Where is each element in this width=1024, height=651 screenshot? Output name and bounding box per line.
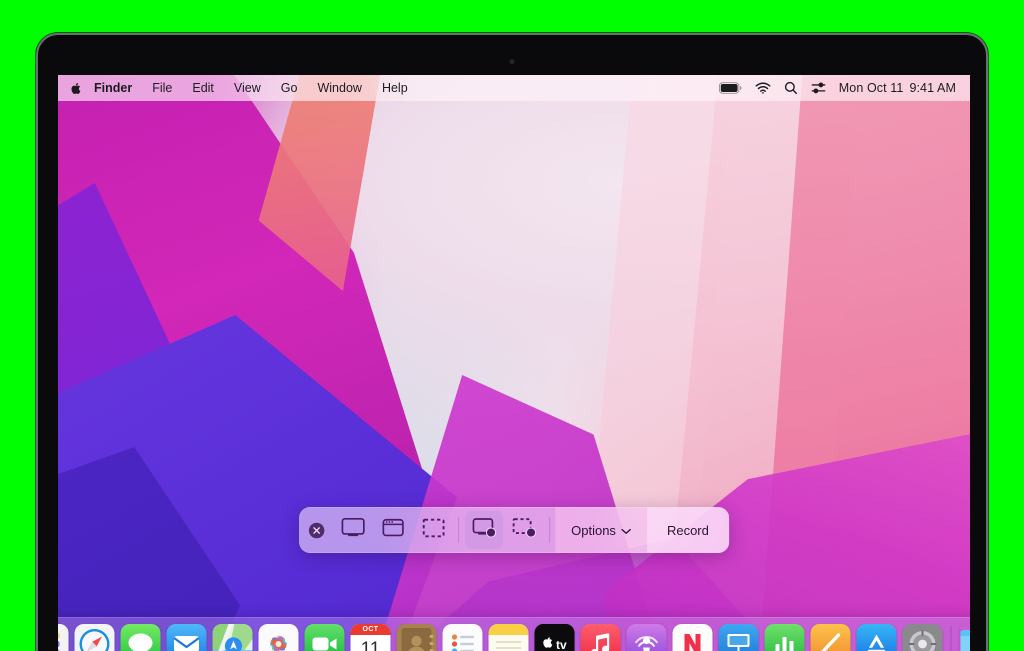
menu-bar-app-menus: Finder File Edit View Go Window Help [70, 75, 418, 101]
apple-logo-icon[interactable] [70, 81, 85, 96]
menu-item-edit[interactable]: Edit [182, 75, 224, 101]
window-icon [381, 517, 405, 543]
photos-icon [258, 624, 299, 651]
maps-icon [212, 624, 253, 651]
clock-date: Mon Oct 11 [838, 81, 904, 95]
dock-item-podcasts[interactable] [625, 622, 669, 651]
dock-item-music[interactable] [579, 622, 623, 651]
dock-item-mail[interactable] [165, 622, 209, 651]
menu-item-view[interactable]: View [224, 75, 271, 101]
wifi-icon[interactable] [755, 82, 771, 94]
menu-bar: Finder File Edit View Go Window Help Mon… [58, 75, 970, 101]
screenshot-toolbar: Options Record [299, 507, 729, 553]
options-button[interactable]: Options [555, 507, 647, 553]
record-button[interactable]: Record [646, 507, 729, 553]
facetime-icon [304, 624, 345, 651]
toolbar-divider-2 [549, 517, 551, 543]
record-label: Record [666, 522, 709, 538]
display-icon [341, 517, 365, 543]
screen: Finder File Edit View Go Window Help Mon… [58, 75, 970, 651]
dock-item-messages[interactable] [119, 622, 163, 651]
record-selected-portion-button[interactable] [505, 511, 543, 549]
dock-item-safari[interactable] [73, 622, 117, 651]
launchpad-icon [58, 624, 69, 651]
clock-time: 9:41 AM [909, 81, 956, 95]
menu-item-finder[interactable]: Finder [85, 75, 142, 101]
display-record-icon [472, 517, 497, 544]
safari-icon [74, 624, 115, 651]
control-center-icon[interactable] [811, 81, 826, 95]
menu-item-help[interactable]: Help [372, 75, 418, 101]
podcasts-icon [626, 624, 667, 651]
reminders-icon [442, 624, 483, 651]
numbers-icon [764, 624, 805, 651]
music-icon [580, 624, 621, 651]
dock: OCT 11 tv [58, 617, 970, 651]
webcam-icon [509, 59, 515, 64]
record-entire-screen-button[interactable] [465, 511, 504, 549]
system-preferences-icon [902, 624, 943, 651]
dock-item-facetime[interactable] [303, 622, 347, 651]
desktop-wallpaper [58, 75, 970, 651]
search-icon[interactable] [784, 81, 798, 95]
dock-item-pages[interactable] [809, 622, 853, 651]
notes-icon [488, 624, 529, 651]
messages-icon [120, 624, 161, 651]
battery-icon[interactable] [718, 82, 742, 94]
dock-item-notes[interactable] [487, 622, 531, 651]
calendar-icon: OCT 11 [350, 624, 391, 651]
calendar-day: 11 [360, 638, 381, 651]
pages-icon [810, 624, 851, 651]
dock-item-photos[interactable] [257, 622, 301, 651]
appstore-icon [856, 624, 897, 651]
dock-item-contacts[interactable] [395, 622, 439, 651]
news-icon [672, 624, 713, 651]
dock-item-keynote[interactable] [717, 622, 761, 651]
menu-item-file[interactable]: File [142, 75, 182, 101]
dock-item-system-preferences[interactable] [901, 622, 945, 651]
keynote-icon [718, 624, 759, 651]
dock-item-calendar[interactable]: OCT 11 [349, 622, 393, 651]
selection-record-icon [512, 517, 537, 544]
dock-item-launchpad[interactable] [58, 622, 71, 651]
dock-item-news[interactable] [671, 622, 715, 651]
dock-item-downloads[interactable] [958, 622, 970, 651]
contacts-icon [396, 624, 437, 651]
close-button[interactable] [299, 522, 333, 539]
menu-item-window[interactable]: Window [307, 75, 371, 101]
menu-bar-clock[interactable]: Mon Oct 11 9:41 AM [839, 81, 956, 95]
mail-icon [166, 624, 207, 651]
selection-icon [422, 518, 445, 543]
toolbar-divider [458, 517, 460, 543]
menu-bar-status-items: Mon Oct 11 9:41 AM [718, 81, 956, 95]
dock-item-reminders[interactable] [441, 622, 485, 651]
appletv-icon: tv [534, 624, 575, 651]
dock-item-apple-tv[interactable]: tv [533, 622, 577, 651]
capture-selected-portion-button[interactable] [414, 511, 452, 549]
chevron-down-icon [621, 523, 631, 538]
dock-item-numbers[interactable] [763, 622, 807, 651]
dock-item-app-store[interactable] [855, 622, 899, 651]
downloads-folder-icon [960, 624, 970, 651]
menu-item-go[interactable]: Go [271, 75, 308, 101]
options-label: Options [571, 522, 616, 538]
capture-selected-window-button[interactable] [374, 511, 412, 549]
dock-divider [950, 626, 952, 651]
calendar-month: OCT [350, 624, 391, 635]
capture-entire-screen-button[interactable] [334, 511, 372, 549]
dock-item-maps[interactable] [211, 622, 255, 651]
svg-text:tv: tv [556, 638, 567, 651]
laptop-frame: Finder File Edit View Go Window Help Mon… [36, 33, 988, 651]
